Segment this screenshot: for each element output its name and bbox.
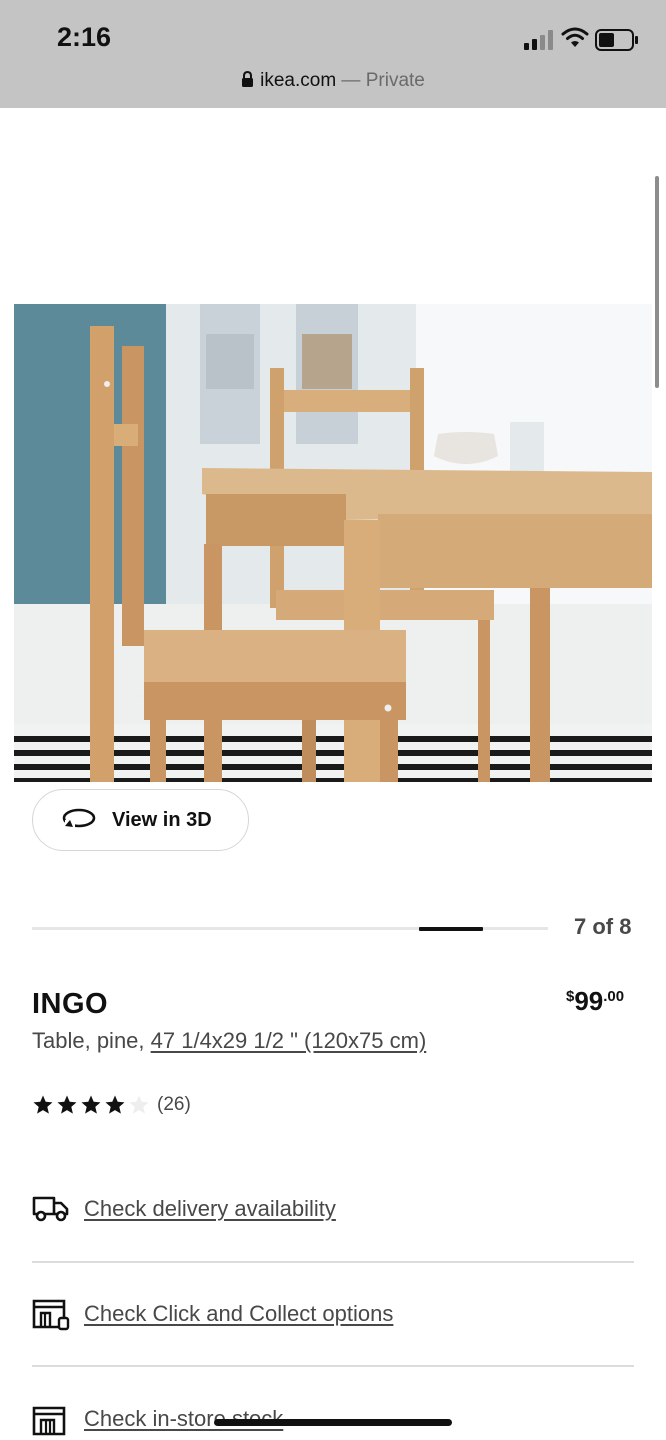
- click-collect-store-icon: [32, 1299, 70, 1331]
- status-bar: 2:16 ikea.com — Private: [0, 0, 666, 108]
- view-in-3d-label: View in 3D: [112, 809, 212, 831]
- divider: [32, 1365, 634, 1367]
- lock-icon: [242, 71, 254, 87]
- private-label: Private: [365, 70, 425, 91]
- star-rating[interactable]: [32, 1094, 152, 1116]
- price-integer: 99: [574, 986, 604, 1016]
- gallery-page-counter: 7 of 8: [574, 914, 632, 939]
- url-text: ikea.com: [260, 70, 337, 91]
- view-in-3d-button[interactable]: View in 3D: [32, 789, 249, 851]
- check-click-collect-option[interactable]: Check Click and Collect options: [32, 1295, 634, 1335]
- check-click-collect-link[interactable]: Check Click and Collect options: [84, 1301, 393, 1327]
- check-delivery-link[interactable]: Check delivery availability: [84, 1196, 336, 1222]
- delivery-truck-icon: [32, 1196, 69, 1222]
- review-count[interactable]: (26): [157, 1094, 191, 1116]
- gallery-progress-thumb[interactable]: [419, 926, 483, 931]
- product-size-link[interactable]: 47 1/4x29 1/2 " (120x75 cm): [151, 1028, 427, 1053]
- price-decimal: .00: [603, 988, 625, 1005]
- product-name: INGO: [32, 988, 109, 1020]
- product-price: $99.00: [566, 986, 624, 1017]
- star-filled-icon: [105, 1095, 125, 1114]
- product-type: Table, pine,: [32, 1028, 151, 1053]
- divider: [32, 1261, 634, 1263]
- scroll-indicator[interactable]: [655, 176, 659, 388]
- home-indicator[interactable]: [214, 1419, 452, 1426]
- product-description: Table, pine, 47 1/4x29 1/2 " (120x75 cm): [32, 1028, 426, 1054]
- cellular-signal-icon: [524, 30, 553, 50]
- star-filled-icon: [57, 1095, 77, 1114]
- battery-icon: [595, 29, 638, 51]
- star-filled-icon: [81, 1095, 101, 1114]
- star-filled-icon: [33, 1095, 53, 1114]
- url-separator: —: [336, 70, 366, 91]
- check-delivery-option[interactable]: Check delivery availability: [32, 1190, 634, 1230]
- store-icon: [32, 1406, 66, 1436]
- gallery-progress-track[interactable]: [32, 926, 548, 931]
- rotate-3d-icon: [62, 808, 96, 828]
- address-bar[interactable]: ikea.com — Private: [0, 70, 666, 96]
- product-image[interactable]: [14, 304, 652, 782]
- wifi-icon: [561, 27, 589, 47]
- star-empty-icon: [129, 1095, 149, 1114]
- clock: 2:16: [57, 22, 112, 52]
